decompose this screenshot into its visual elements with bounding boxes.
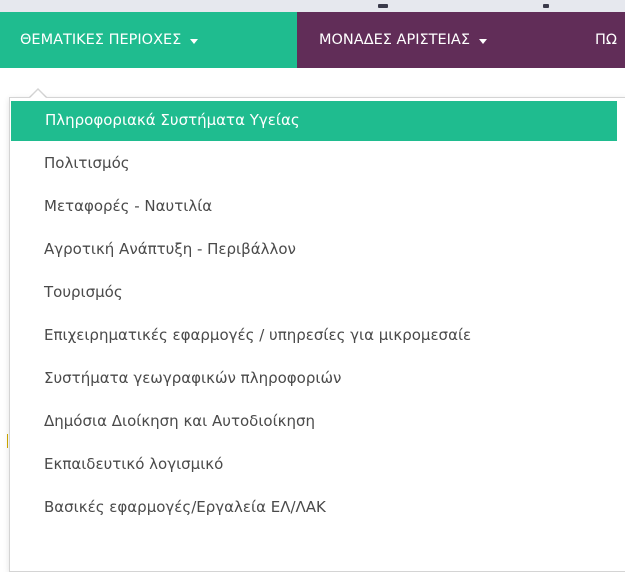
top-strip-fragment: [378, 4, 388, 8]
menu-item-educational-software[interactable]: Εκπαιδευτικό λογισμικό: [10, 445, 625, 488]
nav-thematic-label: ΘΕΜΑΤΙΚΕΣ ΠΕΡΙΟΧΕΣ: [20, 32, 182, 48]
nav-item-truncated[interactable]: ΠΩ: [575, 12, 625, 68]
top-strip: [0, 0, 625, 12]
dropdown-menu: Πληροφοριακά Συστήματα Υγείας Πολιτισμός…: [10, 98, 625, 531]
menu-item-gis[interactable]: Συστήματα γεωγραφικών πληροφοριών: [10, 359, 625, 402]
menu-item-tourism[interactable]: Τουρισμός: [10, 273, 625, 316]
menu-item-transport-shipping[interactable]: Μεταφορές - Ναυτιλία: [10, 187, 625, 230]
page-edge-mark: [7, 434, 8, 448]
top-strip-fragment: [543, 4, 549, 8]
menu-item-culture[interactable]: Πολιτισμός: [10, 144, 625, 187]
thematic-areas-dropdown: Πληροφοριακά Συστήματα Υγείας Πολιτισμός…: [9, 97, 625, 572]
menu-item-agriculture-environment[interactable]: Αγροτική Ανάπτυξη - Περιβάλλον: [10, 230, 625, 273]
main-navbar: ΘΕΜΑΤΙΚΕΣ ΠΕΡΙΟΧΕΣ ΜΟΝΑΔΕΣ ΑΡΙΣΤΕΙΑΣ ΠΩ: [0, 12, 625, 68]
nav-excellence-label: ΜΟΝΑΔΕΣ ΑΡΙΣΤΕΙΑΣ: [319, 32, 471, 48]
menu-item-public-administration[interactable]: Δημόσια Διοίκηση και Αυτοδιοίκηση: [10, 402, 625, 445]
caret-down-icon: [479, 38, 488, 44]
nav-excellence-units[interactable]: ΜΟΝΑΔΕΣ ΑΡΙΣΤΕΙΑΣ: [297, 12, 575, 68]
nav-truncated-label: ΠΩ: [595, 32, 617, 48]
menu-item-health-systems[interactable]: Πληροφοριακά Συστήματα Υγείας: [11, 101, 617, 141]
menu-item-business-apps[interactable]: Επιχειρηματικές εφαρμογές / υπηρεσίες γι…: [10, 316, 625, 359]
nav-thematic-areas[interactable]: ΘΕΜΑΤΙΚΕΣ ΠΕΡΙΟΧΕΣ: [0, 12, 297, 68]
caret-down-icon: [190, 38, 199, 44]
menu-item-foss-tools[interactable]: Βασικές εφαρμογές/Εργαλεία ΕΛ/ΛΑΚ: [10, 488, 625, 531]
dropdown-pointer-fill: [30, 90, 46, 98]
